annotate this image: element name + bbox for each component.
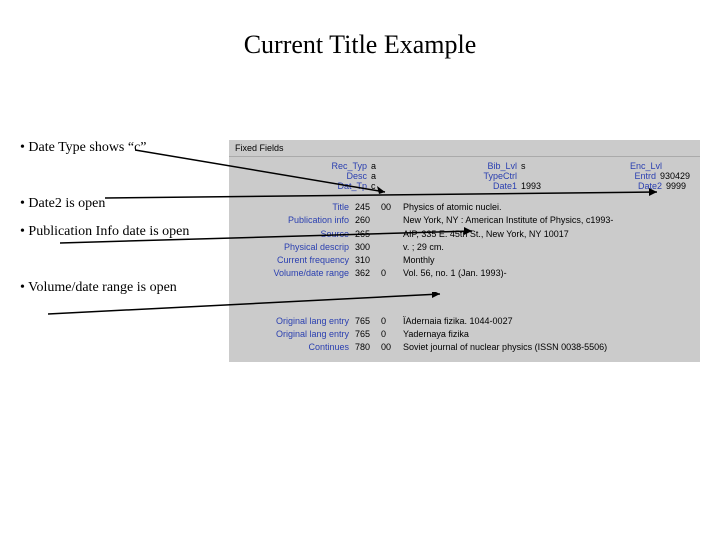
field-label: Original lang entry xyxy=(235,316,355,326)
bullet-vol-range: • Volume/date range is open xyxy=(20,280,220,296)
table-row: Continues78000Soviet journal of nuclear … xyxy=(229,341,700,354)
field-tag: 310 xyxy=(355,255,381,265)
field-tag: 245 xyxy=(355,202,381,212)
ff-value: 9999 xyxy=(666,181,690,191)
field-label: Continues xyxy=(235,342,355,352)
ff-value: 1993 xyxy=(521,181,545,191)
table-row: Current frequency310 Monthly xyxy=(229,254,700,267)
field-tag: 362 xyxy=(355,268,381,278)
field-value: Soviet journal of nuclear physics (ISSN … xyxy=(403,342,694,353)
gap xyxy=(229,289,700,311)
ff-label: Enc_Lvl xyxy=(630,161,662,171)
slide-title: Current Title Example xyxy=(0,30,720,60)
field-label: Publication info xyxy=(235,215,355,225)
ff-value: s xyxy=(521,161,545,171)
field-ind: 00 xyxy=(381,202,403,212)
ff-value: a xyxy=(371,171,395,181)
table-row: Source265 AIP, 335 E. 45th St., New York,… xyxy=(229,228,700,241)
field-tag: 780 xyxy=(355,342,381,352)
field-value: Vol. 56, no. 1 (Jan. 1993)- xyxy=(403,268,694,279)
table-row: Title24500Physics of atomic nuclei. xyxy=(229,201,700,214)
ff-label: Entrd xyxy=(634,171,656,181)
table-row: Original lang entry7650ÏAdernaia fizika.… xyxy=(229,315,700,328)
fixed-fields: Rec_Typa Bib_Lvls Enc_Lvl Desca TypeCtrl… xyxy=(229,157,700,197)
bullet-list: • Date Type shows “c” • Date2 is open • … xyxy=(20,140,220,302)
ff-label: Bib_Lvl xyxy=(487,161,517,171)
field-label: Source xyxy=(235,229,355,239)
field-value: Yadernaya fizika xyxy=(403,329,694,340)
ff-value: a xyxy=(371,161,395,171)
field-ind: 00 xyxy=(381,342,403,352)
variable-fields-2: Original lang entry7650ÏAdernaia fizika.… xyxy=(229,311,700,363)
ff-value: c xyxy=(371,181,395,191)
ff-label: Rec_Typ xyxy=(331,161,367,171)
field-tag: 265 xyxy=(355,229,381,239)
field-label: Original lang entry xyxy=(235,329,355,339)
field-value: ÏAdernaia fizika. 1044-0027 xyxy=(403,316,694,327)
ff-label: Desc xyxy=(346,171,367,181)
bullet-pub-info: • Publication Info date is open xyxy=(20,224,220,240)
field-value: New York, NY : American Institute of Phy… xyxy=(403,215,694,226)
field-ind: 0 xyxy=(381,329,403,339)
bullet-date-type: • Date Type shows “c” xyxy=(20,140,220,156)
ff-value: 930429 xyxy=(660,171,690,181)
table-row: Original lang entry7650Yadernaya fizika xyxy=(229,328,700,341)
table-row: Volume/date range3620Vol. 56, no. 1 (Jan… xyxy=(229,267,700,280)
field-tag: 765 xyxy=(355,316,381,326)
ff-label: Date2 xyxy=(638,181,662,191)
ff-label: TypeCtrl xyxy=(483,171,517,181)
table-row: Physical descrip300 v. ; 29 cm. xyxy=(229,241,700,254)
field-value: Monthly xyxy=(403,255,694,266)
field-label: Physical descrip xyxy=(235,242,355,252)
record-panel: Fixed Fields Rec_Typa Bib_Lvls Enc_Lvl D… xyxy=(229,140,700,362)
field-label: Current frequency xyxy=(235,255,355,265)
field-ind: 0 xyxy=(381,316,403,326)
field-tag: 300 xyxy=(355,242,381,252)
field-value: Physics of atomic nuclei. xyxy=(403,202,694,213)
ff-label: Date1 xyxy=(493,181,517,191)
variable-fields-1: Title24500Physics of atomic nuclei. Publ… xyxy=(229,197,700,289)
field-label: Title xyxy=(235,202,355,212)
field-tag: 260 xyxy=(355,215,381,225)
ff-label: Dat_Tp xyxy=(337,181,367,191)
field-value: v. ; 29 cm. xyxy=(403,242,694,253)
field-tag: 765 xyxy=(355,329,381,339)
table-row: Publication info260 New York, NY : Americ… xyxy=(229,214,700,227)
field-value: AIP, 335 E. 45th St., New York, NY 10017 xyxy=(403,229,694,240)
field-ind: 0 xyxy=(381,268,403,278)
field-label: Volume/date range xyxy=(235,268,355,278)
bullet-date2: • Date2 is open xyxy=(20,196,220,212)
panel-header: Fixed Fields xyxy=(229,140,700,157)
